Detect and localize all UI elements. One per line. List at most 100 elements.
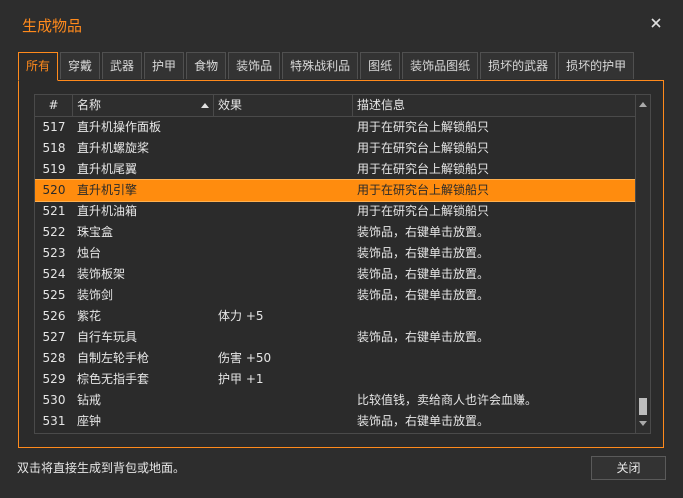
tab-8[interactable]: 装饰品图纸 xyxy=(402,52,479,79)
table-row[interactable]: 523 烛台 装饰品，右键单击放置。 xyxy=(35,243,635,264)
tab-5[interactable]: 装饰品 xyxy=(228,52,281,79)
row-name: 珠宝盒 xyxy=(77,225,114,239)
row-effect xyxy=(214,117,353,138)
row-description xyxy=(353,348,635,369)
row-number: 525 xyxy=(42,288,66,302)
row-description: 装饰品，右键单击放置。 xyxy=(357,288,490,302)
table-row[interactable]: 527 自行车玩具 装饰品，右键单击放置。 xyxy=(35,327,635,348)
scroll-down-icon[interactable] xyxy=(639,421,647,426)
row-name: 直升机引擎 xyxy=(77,183,138,197)
row-number: 518 xyxy=(42,141,66,155)
row-number: 528 xyxy=(42,351,66,365)
row-description: 比较值钱，卖给商人也许会血赚。 xyxy=(357,393,538,407)
row-effect: 伤害 +50 xyxy=(218,351,272,365)
row-description: 装饰品，右键单击放置。 xyxy=(357,414,490,428)
column-header-name-label: 名称 xyxy=(77,98,102,112)
table-row[interactable]: 520 直升机引擎 用于在研究台上解锁船只 xyxy=(35,179,636,202)
row-effect xyxy=(214,159,353,180)
row-effect xyxy=(214,411,353,432)
row-description: 装饰品，右键单击放置。 xyxy=(357,330,490,344)
row-number: 529 xyxy=(42,372,66,386)
column-header-description[interactable]: 描述信息 xyxy=(353,95,635,116)
row-description: 装饰品，右键单击放置。 xyxy=(357,225,490,239)
row-number: 520 xyxy=(42,183,66,197)
row-number: 522 xyxy=(42,225,66,239)
tab-4[interactable]: 食物 xyxy=(186,52,227,79)
row-description: 用于在研究台上解锁船只 xyxy=(357,120,490,134)
scroll-up-icon[interactable] xyxy=(639,102,647,107)
tab-10[interactable]: 损坏的护甲 xyxy=(558,52,635,79)
table-row[interactable]: 519 直升机尾翼 用于在研究台上解锁船只 xyxy=(35,159,635,180)
tab-1[interactable]: 穿戴 xyxy=(60,52,101,79)
row-name: 紫花 xyxy=(77,309,102,323)
row-number: 521 xyxy=(42,204,66,218)
row-name: 直升机螺旋桨 xyxy=(77,141,150,155)
row-number: 524 xyxy=(42,267,66,281)
row-effect xyxy=(214,264,353,285)
row-description: 用于在研究台上解锁船只 xyxy=(357,141,490,155)
row-name: 座钟 xyxy=(77,414,102,428)
row-number: 517 xyxy=(42,120,66,134)
row-number: 526 xyxy=(42,309,66,323)
row-number: 530 xyxy=(42,393,66,407)
close-icon[interactable] xyxy=(646,14,666,34)
row-description xyxy=(353,306,635,327)
dialog-title: 生成物品 xyxy=(22,17,83,35)
row-name: 自制左轮手枪 xyxy=(77,351,150,365)
tab-2[interactable]: 武器 xyxy=(102,52,143,79)
tab-9[interactable]: 损坏的武器 xyxy=(480,52,557,79)
item-table: # 名称 效果 描述信息 517 直升机操作面板 用于在研究台上解锁船只 518 直升机… xyxy=(34,94,651,434)
row-name: 棕色无指手套 xyxy=(77,372,150,386)
tab-7[interactable]: 图纸 xyxy=(360,52,401,79)
scrollbar-thumb[interactable] xyxy=(639,398,647,415)
column-header-name[interactable]: 名称 xyxy=(73,95,214,116)
table-row[interactable]: 529 棕色无指手套 护甲 +1 xyxy=(35,369,635,390)
row-effect xyxy=(214,327,353,348)
table-row[interactable]: 521 直升机油箱 用于在研究台上解锁船只 xyxy=(35,201,635,222)
table-row[interactable]: 530 钻戒 比较值钱，卖给商人也许会血赚。 xyxy=(35,390,635,411)
row-effect xyxy=(214,243,353,264)
row-description: 用于在研究台上解锁船只 xyxy=(357,162,490,176)
table-row[interactable]: 531 座钟 装饰品，右键单击放置。 xyxy=(35,411,635,432)
close-button[interactable]: 关闭 xyxy=(591,456,666,480)
table-header: # 名称 效果 描述信息 xyxy=(35,95,635,117)
row-number: 519 xyxy=(42,162,66,176)
table-row[interactable]: 526 紫花 体力 +5 xyxy=(35,306,635,327)
vertical-scrollbar[interactable] xyxy=(635,95,650,433)
tab-0[interactable]: 所有 xyxy=(18,52,59,81)
row-description: 装饰品，右键单击放置。 xyxy=(357,267,490,281)
column-header-effect[interactable]: 效果 xyxy=(214,95,353,116)
table-row[interactable]: 525 装饰剑 装饰品，右键单击放置。 xyxy=(35,285,635,306)
row-number: 527 xyxy=(42,330,66,344)
row-effect: 体力 +5 xyxy=(218,309,264,323)
row-effect xyxy=(214,222,353,243)
tab-3[interactable]: 护甲 xyxy=(144,52,185,79)
tab-bar: 所有 穿戴 武器 护甲 食物 装饰品 特殊战利品 图纸 装饰品图纸 损坏的武器 损坏的护甲 xyxy=(18,52,636,81)
row-description: 装饰品，右键单击放置。 xyxy=(357,246,490,260)
table-row[interactable]: 517 直升机操作面板 用于在研究台上解锁船只 xyxy=(35,117,635,138)
table-row[interactable]: 528 自制左轮手枪 伤害 +50 xyxy=(35,348,635,369)
row-name: 钻戒 xyxy=(77,393,102,407)
tab-6[interactable]: 特殊战利品 xyxy=(282,52,359,79)
row-name: 装饰剑 xyxy=(77,288,114,302)
row-number: 531 xyxy=(42,414,66,428)
table-row[interactable]: 518 直升机螺旋桨 用于在研究台上解锁船只 xyxy=(35,138,635,159)
row-number: 523 xyxy=(42,246,66,260)
row-name: 直升机操作面板 xyxy=(77,120,162,134)
row-effect xyxy=(214,138,353,159)
table-body: 517 直升机操作面板 用于在研究台上解锁船只 518 直升机螺旋桨 用于在研究台上解锁船… xyxy=(35,117,636,432)
row-name: 直升机油箱 xyxy=(77,204,138,218)
row-description: 用于在研究台上解锁船只 xyxy=(357,204,490,218)
sort-ascending-icon xyxy=(201,103,209,108)
row-effect xyxy=(214,390,353,411)
row-name: 直升机尾翼 xyxy=(77,162,138,176)
table-row[interactable]: 522 珠宝盒 装饰品，右键单击放置。 xyxy=(35,222,635,243)
table-row[interactable]: 524 装饰板架 装饰品，右键单击放置。 xyxy=(35,264,635,285)
tab-panel: # 名称 效果 描述信息 517 直升机操作面板 用于在研究台上解锁船只 518 直升机… xyxy=(18,80,664,448)
row-name: 自行车玩具 xyxy=(77,330,138,344)
column-header-number[interactable]: # xyxy=(35,95,73,116)
row-effect: 护甲 +1 xyxy=(218,372,264,386)
footer-hint: 双击将直接生成到背包或地面。 xyxy=(17,461,186,475)
row-effect xyxy=(214,201,353,222)
row-name: 装饰板架 xyxy=(77,267,126,281)
